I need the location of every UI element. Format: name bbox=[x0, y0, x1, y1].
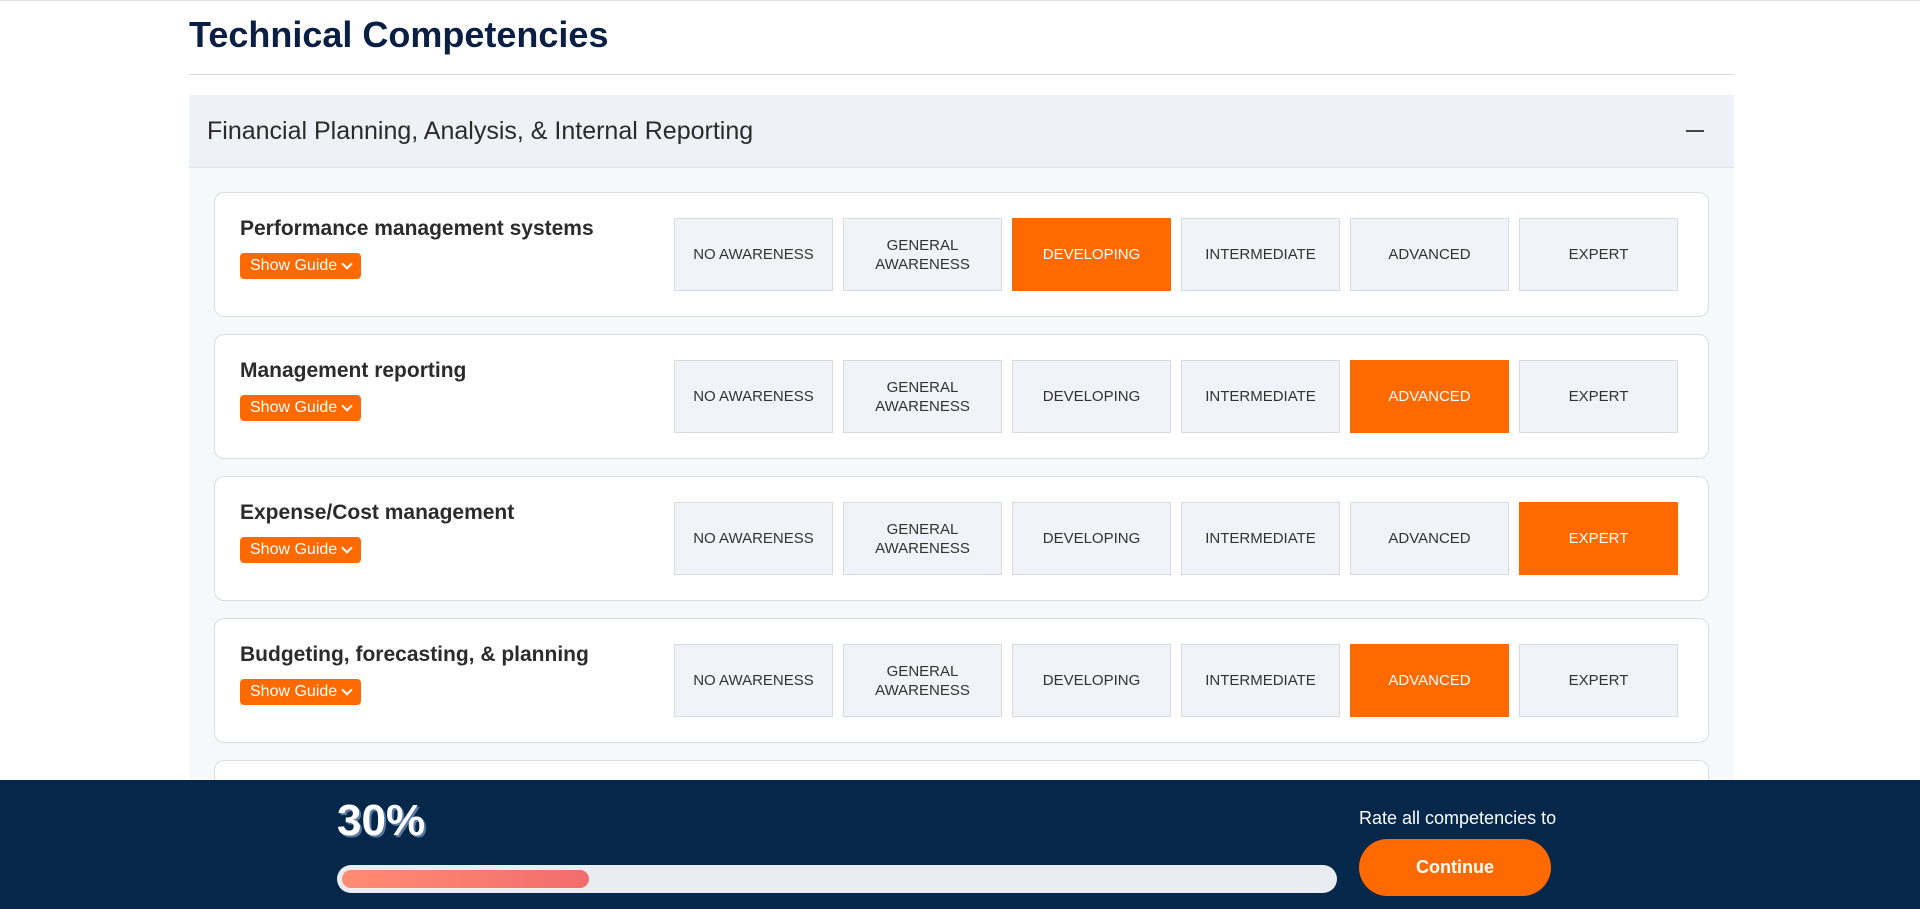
chevron-down-icon bbox=[341, 399, 353, 412]
rating-option-advanced[interactable]: ADVANCED bbox=[1350, 360, 1509, 433]
rating-option-no-awareness[interactable]: NO AWARENESS bbox=[674, 360, 833, 433]
show-guide-button[interactable]: Show Guide bbox=[240, 536, 362, 563]
competency-row bbox=[214, 760, 1709, 780]
competency-row: Budgeting, forecasting, & planning Show G… bbox=[214, 618, 1709, 743]
rating-option-no-awareness[interactable]: NO AWARENESS bbox=[674, 502, 833, 575]
rating-option-intermediate[interactable]: INTERMEDIATE bbox=[1181, 644, 1340, 717]
show-guide-label: Show Guide bbox=[250, 256, 338, 274]
chevron-down-icon bbox=[341, 257, 353, 270]
competency-title: Expense/Cost management bbox=[240, 500, 515, 524]
chevron-down-icon bbox=[341, 541, 353, 554]
progress-bar bbox=[337, 865, 1337, 893]
main-content: Technical Competencies Financial Plannin… bbox=[189, 0, 1734, 780]
show-guide-button[interactable]: Show Guide bbox=[240, 394, 362, 421]
rating-options: NO AWARENESS GENERAL AWARENESS DEVELOPING I… bbox=[674, 644, 1678, 717]
rating-option-general-awareness[interactable]: GENERAL AWARENESS bbox=[843, 644, 1002, 717]
competency-title: Performance management systems bbox=[240, 216, 594, 240]
show-guide-label: Show Guide bbox=[250, 540, 338, 558]
rating-option-intermediate[interactable]: INTERMEDIATE bbox=[1181, 218, 1340, 291]
rating-option-developing[interactable]: DEVELOPING bbox=[1012, 644, 1171, 717]
competency-row: Performance management systems Show Guide… bbox=[214, 192, 1709, 317]
show-guide-label: Show Guide bbox=[250, 398, 338, 416]
show-guide-label: Show Guide bbox=[250, 682, 338, 700]
competency-info: Performance management systems Show Guide bbox=[240, 217, 674, 279]
rating-option-expert[interactable]: EXPERT bbox=[1519, 218, 1678, 291]
competency-info: Expense/Cost management Show Guide bbox=[240, 501, 674, 563]
competency-info: Budgeting, forecasting, & planning Show G… bbox=[240, 643, 674, 705]
rating-option-general-awareness[interactable]: GENERAL AWARENESS bbox=[843, 502, 1002, 575]
rating-option-no-awareness[interactable]: NO AWARENESS bbox=[674, 644, 833, 717]
rating-option-general-awareness[interactable]: GENERAL AWARENESS bbox=[843, 218, 1002, 291]
rating-option-expert[interactable]: EXPERT bbox=[1519, 360, 1678, 433]
rating-option-intermediate[interactable]: INTERMEDIATE bbox=[1181, 502, 1340, 575]
rating-options: NO AWARENESS GENERAL AWARENESS DEVELOPING I… bbox=[674, 218, 1678, 291]
competency-row: Expense/Cost management Show Guide NO AWAR… bbox=[214, 476, 1709, 601]
rating-option-developing[interactable]: DEVELOPING bbox=[1012, 218, 1171, 291]
chevron-down-icon bbox=[341, 683, 353, 696]
competency-row: Management reporting Show Guide NO AWARENE… bbox=[214, 334, 1709, 459]
rating-option-advanced[interactable]: ADVANCED bbox=[1350, 644, 1509, 717]
progress-fill bbox=[342, 870, 589, 888]
section-header[interactable]: Financial Planning, Analysis, & Internal… bbox=[189, 95, 1734, 168]
competency-section: Financial Planning, Analysis, & Internal… bbox=[189, 95, 1734, 780]
page-title: Technical Competencies bbox=[189, 0, 1734, 75]
rating-option-no-awareness[interactable]: NO AWARENESS bbox=[674, 218, 833, 291]
progress-percent: 30% bbox=[337, 796, 426, 845]
rating-option-advanced[interactable]: ADVANCED bbox=[1350, 218, 1509, 291]
competency-list: Performance management systems Show Guide… bbox=[189, 168, 1734, 780]
rating-options: NO AWARENESS GENERAL AWARENESS DEVELOPING I… bbox=[674, 360, 1678, 433]
minus-icon[interactable] bbox=[1686, 130, 1704, 132]
competency-title: Budgeting, forecasting, & planning bbox=[240, 642, 589, 666]
continue-button[interactable]: Continue bbox=[1359, 839, 1551, 896]
rating-option-developing[interactable]: DEVELOPING bbox=[1012, 360, 1171, 433]
show-guide-button[interactable]: Show Guide bbox=[240, 252, 362, 279]
progress-footer: 30% Rate all competencies to Continue bbox=[0, 780, 1920, 909]
continue-note: Rate all competencies to bbox=[1359, 808, 1557, 828]
rating-option-expert[interactable]: EXPERT bbox=[1519, 644, 1678, 717]
rating-option-expert[interactable]: EXPERT bbox=[1519, 502, 1678, 575]
competency-title: Management reporting bbox=[240, 358, 467, 382]
section-title: Financial Planning, Analysis, & Internal… bbox=[207, 116, 754, 145]
show-guide-button[interactable]: Show Guide bbox=[240, 678, 362, 705]
rating-option-intermediate[interactable]: INTERMEDIATE bbox=[1181, 360, 1340, 433]
rating-option-advanced[interactable]: ADVANCED bbox=[1350, 502, 1509, 575]
competency-info: Management reporting Show Guide bbox=[240, 359, 674, 421]
rating-options: NO AWARENESS GENERAL AWARENESS DEVELOPING I… bbox=[674, 502, 1678, 575]
rating-option-general-awareness[interactable]: GENERAL AWARENESS bbox=[843, 360, 1002, 433]
rating-option-developing[interactable]: DEVELOPING bbox=[1012, 502, 1171, 575]
